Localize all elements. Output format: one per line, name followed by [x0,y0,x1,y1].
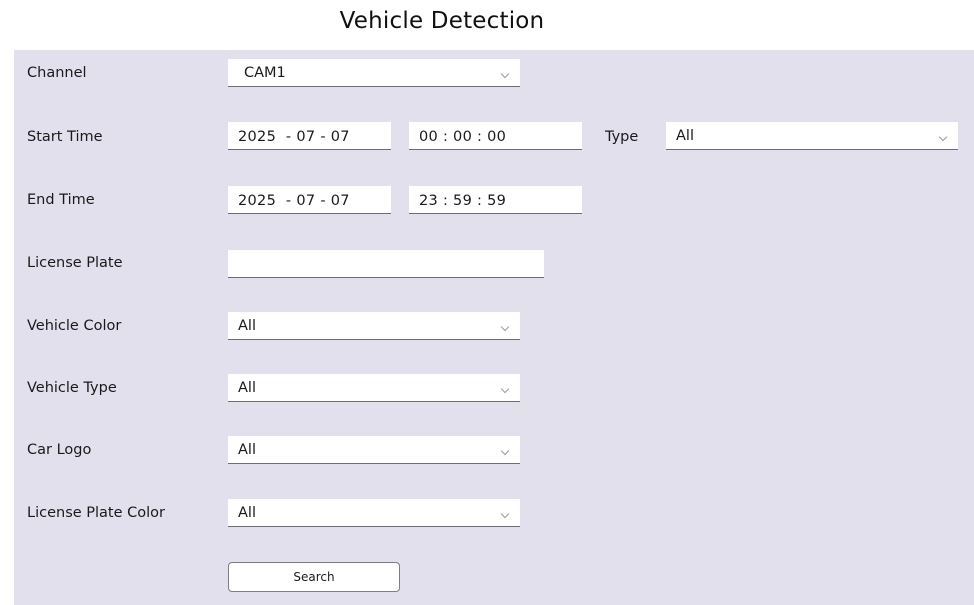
end-date-input[interactable]: 2025 - 07 - 07 [228,186,391,214]
chevron-down-icon [938,132,948,142]
end-time-value: 23 : 59 : 59 [419,193,507,209]
vehicle-type-select[interactable]: All [228,374,520,402]
end-time-input[interactable]: 23 : 59 : 59 [409,186,582,214]
chevron-down-icon [500,509,510,519]
type-value: All [676,128,694,144]
vehicle-type-label: Vehicle Type [27,380,117,396]
start-date-value: 2025 - 07 - 07 [238,129,350,145]
vehicle-color-label: Vehicle Color [27,318,122,334]
car-logo-value: All [238,442,256,458]
car-logo-select[interactable]: All [228,436,520,464]
license-plate-color-select[interactable]: All [228,499,520,527]
channel-label: Channel [27,65,87,81]
end-date-value: 2025 - 07 - 07 [238,193,350,209]
start-time-label: Start Time [27,129,103,145]
chevron-down-icon [500,322,510,332]
channel-select[interactable]: CAM1 [228,59,520,87]
license-plate-input[interactable] [228,250,544,278]
car-logo-label: Car Logo [27,442,92,458]
search-button[interactable]: Search [228,562,400,592]
license-plate-label: License Plate [27,255,123,271]
license-plate-color-value: All [238,505,256,521]
end-time-label: End Time [27,192,95,208]
page-title: Vehicle Detection [339,8,545,34]
type-label: Type [605,129,639,145]
channel-value: CAM1 [244,65,286,81]
type-select[interactable]: All [666,122,958,150]
vehicle-color-select[interactable]: All [228,312,520,340]
chevron-down-icon [500,446,510,456]
start-date-input[interactable]: 2025 - 07 - 07 [228,122,391,150]
start-time-input[interactable]: 00 : 00 : 00 [409,122,582,150]
vehicle-type-value: All [238,380,256,396]
chevron-down-icon [500,69,510,79]
vehicle-color-value: All [238,318,256,334]
search-form-panel: Channel CAM1 Start Time 2025 - 07 - 07 0… [14,50,974,605]
start-time-value: 00 : 00 : 00 [419,129,507,145]
license-plate-color-label: License Plate Color [27,505,166,521]
chevron-down-icon [500,384,510,394]
